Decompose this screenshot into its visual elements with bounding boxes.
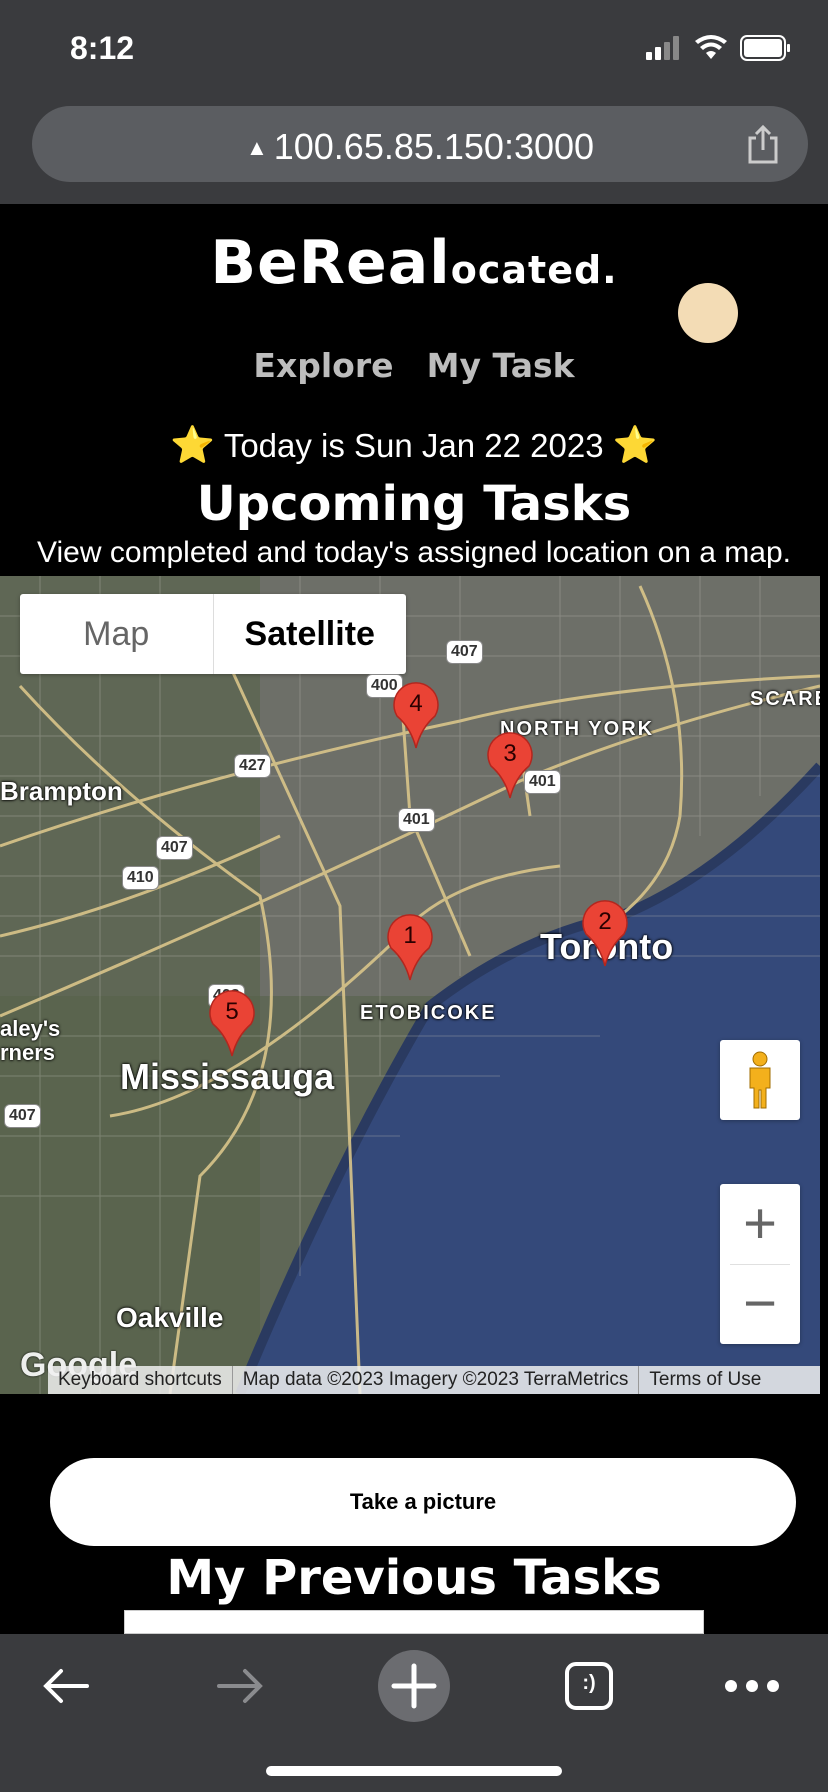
terms-link[interactable]: Terms of Use [639, 1366, 771, 1394]
url-text: 100.65.85.150:3000 [273, 126, 595, 167]
home-indicator[interactable] [266, 1766, 562, 1776]
task-marker[interactable]: 1 [385, 912, 435, 982]
task-marker[interactable]: 3 [485, 730, 535, 800]
highway-shield: 427 [234, 754, 271, 778]
back-button[interactable] [36, 1650, 96, 1722]
place-label: Oakville [116, 1302, 224, 1333]
browser-bar: ▲ 100.65.85.150:3000 [0, 96, 828, 204]
map-data-text: Map data ©2023 Imagery ©2023 TerraMetric… [233, 1366, 640, 1394]
highway-shield: 407 [446, 640, 483, 664]
share-icon[interactable] [746, 124, 780, 164]
star-icon: ⭐ [170, 424, 216, 465]
nav-explore[interactable]: Explore [253, 346, 393, 385]
place-label: Mississauga [120, 1056, 335, 1097]
map-type-control: Map Satellite [20, 594, 406, 674]
signal-icon [646, 36, 679, 60]
map[interactable]: Map Satellite Brampton Mississauga Oakvi… [0, 576, 820, 1394]
main-nav: Explore My Task [0, 346, 828, 385]
highway-shield: 410 [122, 866, 159, 890]
date-text: Today is Sun Jan 22 2023 [223, 427, 604, 464]
map-type-map-button[interactable]: Map [20, 594, 214, 674]
previous-task-card[interactable] [124, 1610, 704, 1634]
take-picture-button[interactable]: Take a picture [50, 1458, 796, 1546]
previous-tasks-title: My Previous Tasks [166, 1550, 662, 1606]
date-line: ⭐ Today is Sun Jan 22 2023 ⭐ [0, 424, 828, 466]
wifi-icon [695, 35, 727, 59]
place-label: SCARB [750, 688, 820, 710]
zoom-in-button[interactable]: + [720, 1184, 800, 1264]
place-label: Brampton [0, 776, 123, 806]
status-bar: 8:12 [0, 0, 828, 96]
forward-icon [217, 1669, 263, 1703]
forward-button[interactable] [210, 1650, 270, 1722]
place-label: rners [0, 1040, 56, 1065]
highway-shield: 401 [398, 808, 435, 832]
tabs-label: :) [582, 1672, 596, 1694]
place-label: aley's [0, 1016, 61, 1041]
new-tab-button[interactable] [378, 1650, 450, 1722]
battery-icon [740, 35, 790, 61]
back-icon [43, 1669, 89, 1703]
task-marker[interactable]: 2 [580, 898, 630, 968]
zoom-out-button[interactable]: − [720, 1264, 800, 1344]
place-label: ETOBICOKE [360, 1002, 497, 1024]
keyboard-shortcuts-link[interactable]: Keyboard shortcuts [48, 1366, 233, 1394]
nav-my-task[interactable]: My Task [427, 346, 575, 385]
street-view-pegman[interactable] [720, 1040, 800, 1120]
page-subtitle: View completed and today's assigned loca… [37, 536, 791, 569]
highway-shield: 407 [156, 836, 193, 860]
more-icon [725, 1680, 779, 1692]
pegman-icon [749, 1051, 771, 1109]
tabs-button[interactable]: :) [564, 1650, 614, 1722]
map-attribution: Keyboard shortcuts Map data ©2023 Imager… [48, 1366, 820, 1394]
avatar[interactable] [678, 283, 738, 343]
zoom-control: + − [720, 1184, 800, 1344]
map-type-satellite-button[interactable]: Satellite [214, 594, 407, 674]
highway-shield: 407 [4, 1104, 41, 1128]
page-title: Upcoming Tasks [196, 476, 632, 532]
new-tab-icon [378, 1650, 450, 1722]
status-time: 8:12 [70, 30, 135, 66]
task-marker[interactable]: 5 [207, 988, 257, 1058]
url-bar[interactable]: ▲ 100.65.85.150:3000 [32, 106, 808, 182]
task-marker[interactable]: 4 [391, 680, 441, 750]
warning-icon: ▲ [245, 135, 268, 160]
star-icon: ⭐ [612, 424, 658, 465]
more-button[interactable] [722, 1650, 782, 1722]
